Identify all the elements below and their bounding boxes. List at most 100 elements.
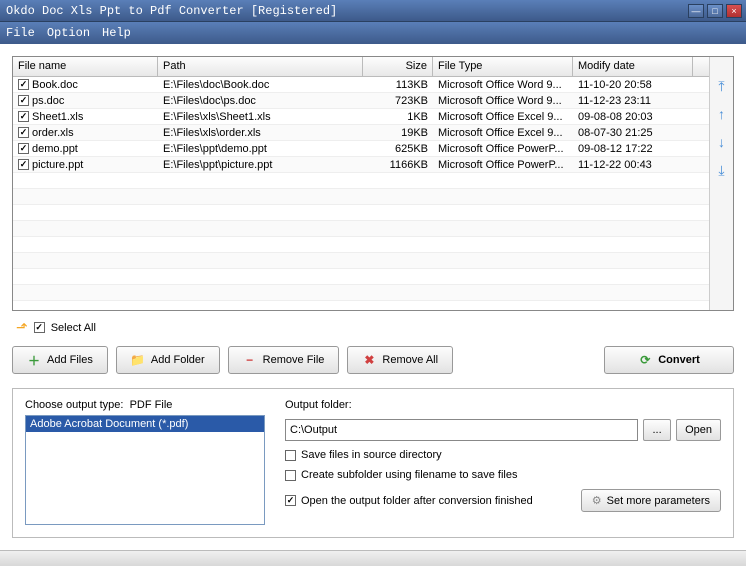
menu-option[interactable]: Option: [47, 26, 90, 40]
cell-size: 1KB: [363, 110, 433, 124]
cell-date: 08-07-30 21:25: [573, 126, 693, 140]
close-button[interactable]: ×: [726, 4, 742, 18]
table-row-empty: [13, 269, 709, 285]
move-bottom-button[interactable]: ⤓: [713, 161, 731, 179]
cell-filename: order.xls: [32, 127, 74, 139]
cell-size: 19KB: [363, 126, 433, 140]
remove-all-button[interactable]: ✖Remove All: [347, 346, 453, 374]
open-folder-button[interactable]: Open: [676, 419, 721, 441]
cell-path: E:\Files\ppt\picture.ppt: [158, 158, 363, 172]
cell-date: 11-12-22 00:43: [573, 158, 693, 172]
cell-path: E:\Files\xls\Sheet1.xls: [158, 110, 363, 124]
move-down-button[interactable]: ↓: [713, 133, 731, 151]
table-row[interactable]: demo.ppt E:\Files\ppt\demo.ppt625KBMicros…: [13, 141, 709, 157]
table-row[interactable]: Sheet1.xls E:\Files\xls\Sheet1.xls1KBMicr…: [13, 109, 709, 125]
menu-file[interactable]: File: [6, 26, 35, 40]
minus-icon: −: [243, 353, 257, 367]
subfolder-label: Create subfolder using filename to save …: [301, 469, 517, 481]
select-all-label: Select All: [51, 322, 96, 334]
table-row[interactable]: picture.ppt E:\Files\ppt\picture.ppt1166K…: [13, 157, 709, 173]
browse-button[interactable]: ...: [643, 419, 671, 441]
minimize-button[interactable]: —: [688, 4, 704, 18]
col-size[interactable]: Size: [363, 57, 433, 76]
output-folder-input[interactable]: [285, 419, 638, 441]
output-folder-label: Output folder:: [285, 399, 721, 411]
cell-type: Microsoft Office PowerP...: [433, 158, 573, 172]
cell-date: 11-12-23 23:11: [573, 94, 693, 108]
folder-icon: 📁: [131, 353, 145, 367]
cell-size: 723KB: [363, 94, 433, 108]
plus-icon: ＋: [27, 353, 41, 367]
table-row-empty: [13, 253, 709, 269]
output-type-listbox[interactable]: Adobe Acrobat Document (*.pdf): [25, 415, 265, 525]
menu-help[interactable]: Help: [102, 26, 131, 40]
file-grid: File name Path Size File Type Modify dat…: [12, 56, 734, 311]
col-path[interactable]: Path: [158, 57, 363, 76]
maximize-button[interactable]: □: [707, 4, 723, 18]
remove-file-button[interactable]: −Remove File: [228, 346, 340, 374]
open-after-label: Open the output folder after conversion …: [301, 495, 533, 507]
row-checkbox[interactable]: [18, 159, 29, 170]
move-up-button[interactable]: ↑: [713, 105, 731, 123]
cell-filename: picture.ppt: [32, 159, 83, 171]
move-top-button[interactable]: ⤒: [713, 77, 731, 95]
table-row-empty: [13, 221, 709, 237]
cell-date: 09-08-12 17:22: [573, 142, 693, 156]
cell-size: 625KB: [363, 142, 433, 156]
output-type-option[interactable]: Adobe Acrobat Document (*.pdf): [26, 416, 264, 432]
gear-icon: ⚙: [592, 494, 602, 507]
col-modifydate[interactable]: Modify date: [573, 57, 693, 76]
window-title: Okdo Doc Xls Ppt to Pdf Converter [Regis…: [4, 4, 688, 18]
reorder-arrows: ⤒ ↑ ↓ ⤓: [709, 57, 733, 310]
set-parameters-button[interactable]: ⚙Set more parameters: [581, 489, 721, 512]
cell-date: 09-08-08 20:03: [573, 110, 693, 124]
row-checkbox[interactable]: [18, 111, 29, 122]
convert-icon: ⟳: [638, 353, 652, 367]
table-row-empty: [13, 173, 709, 189]
cell-size: 1166KB: [363, 158, 433, 172]
menubar: File Option Help: [0, 22, 746, 44]
table-row[interactable]: Book.docE:\Files\doc\Book.doc113KBMicros…: [13, 77, 709, 93]
output-type-label: Choose output type:: [25, 399, 123, 411]
row-checkbox[interactable]: [18, 95, 29, 106]
output-type-current: PDF File: [130, 399, 173, 411]
cell-filename: demo.ppt: [32, 143, 78, 155]
cell-type: Microsoft Office Word 9...: [433, 78, 573, 92]
table-row-empty: [13, 205, 709, 221]
row-checkbox[interactable]: [18, 79, 29, 90]
cell-path: E:\Files\ppt\demo.ppt: [158, 142, 363, 156]
convert-button[interactable]: ⟳Convert: [604, 346, 734, 374]
titlebar: Okdo Doc Xls Ppt to Pdf Converter [Regis…: [0, 0, 746, 22]
table-row-empty: [13, 189, 709, 205]
row-checkbox[interactable]: [18, 127, 29, 138]
open-after-checkbox[interactable]: [285, 495, 296, 506]
table-row[interactable]: ps.docE:\Files\doc\ps.doc723KBMicrosoft …: [13, 93, 709, 109]
col-filetype[interactable]: File Type: [433, 57, 573, 76]
col-filename[interactable]: File name: [13, 57, 158, 76]
save-source-checkbox[interactable]: [285, 450, 296, 461]
cell-path: E:\Files\xls\order.xls: [158, 126, 363, 140]
table-row-empty: [13, 285, 709, 301]
table-row[interactable]: order.xls E:\Files\xls\order.xls19KBMicro…: [13, 125, 709, 141]
cell-filename: Sheet1.xls: [32, 111, 83, 123]
save-source-label: Save files in source directory: [301, 449, 442, 461]
add-files-button[interactable]: ＋Add Files: [12, 346, 108, 374]
cell-type: Microsoft Office Excel 9...: [433, 110, 573, 124]
subfolder-checkbox[interactable]: [285, 470, 296, 481]
cell-size: 113KB: [363, 78, 433, 92]
output-panel: Choose output type: PDF File Adobe Acrob…: [12, 388, 734, 538]
status-bar: [0, 550, 746, 566]
remove-icon: ✖: [362, 353, 376, 367]
cell-type: Microsoft Office Excel 9...: [433, 126, 573, 140]
table-row-empty: [13, 237, 709, 253]
cell-path: E:\Files\doc\Book.doc: [158, 78, 363, 92]
cell-type: Microsoft Office PowerP...: [433, 142, 573, 156]
select-all-checkbox[interactable]: [34, 322, 45, 333]
row-checkbox[interactable]: [18, 143, 29, 154]
cell-filename: ps.doc: [32, 95, 64, 107]
grid-header: File name Path Size File Type Modify dat…: [13, 57, 709, 77]
cell-date: 11-10-20 20:58: [573, 78, 693, 92]
folder-up-icon[interactable]: ⬏: [16, 319, 28, 336]
add-folder-button[interactable]: 📁Add Folder: [116, 346, 220, 374]
cell-path: E:\Files\doc\ps.doc: [158, 94, 363, 108]
